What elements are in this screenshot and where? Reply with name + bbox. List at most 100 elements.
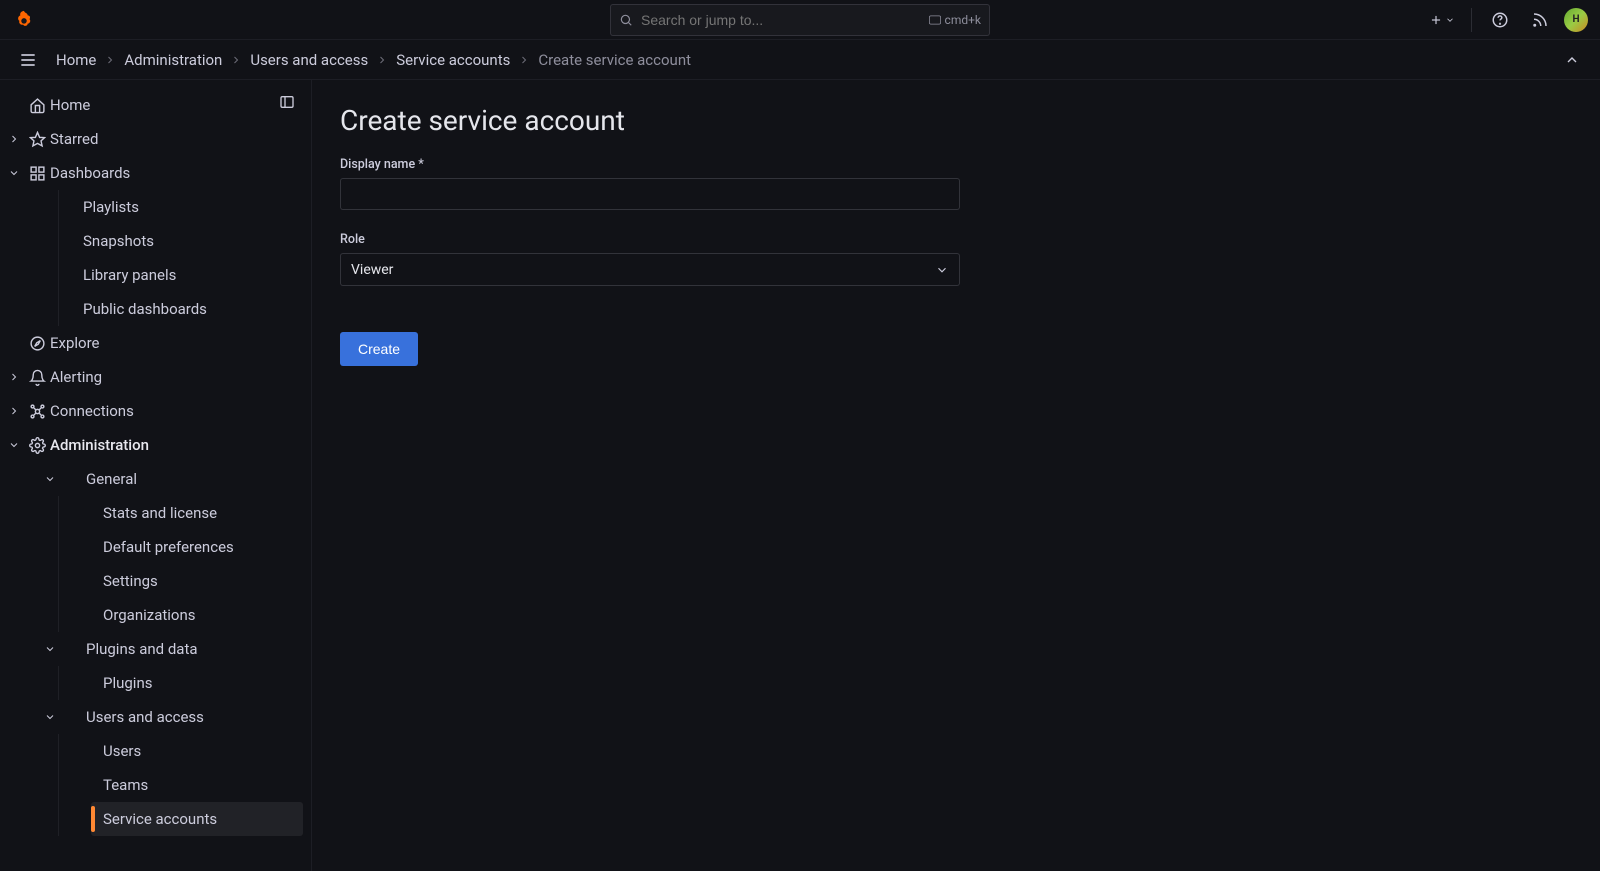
sidebar-item-label: Users [103, 742, 141, 760]
display-name-input[interactable] [340, 178, 960, 210]
sidebar-item-connections[interactable]: Connections [4, 394, 303, 428]
sidebar-item-starred[interactable]: Starred [4, 122, 303, 156]
sidebar-item-label: Organizations [103, 606, 196, 624]
user-avatar[interactable]: H [1564, 8, 1588, 32]
chevron-right-icon [8, 371, 20, 383]
sidebar-item-library-panels[interactable]: Library panels [59, 258, 303, 292]
chevron-down-icon [44, 643, 56, 655]
bell-icon [24, 369, 50, 386]
sidebar-item-stats-and-license[interactable]: Stats and license [91, 496, 303, 530]
sidebar-item-label: Plugins and data [86, 640, 198, 658]
sidebar-item-label: Connections [50, 402, 134, 420]
sidebar-item-label: Users and access [86, 708, 204, 726]
expander-button[interactable] [4, 133, 24, 145]
menu-icon [18, 50, 38, 70]
breadcrumb-home[interactable]: Home [56, 51, 96, 69]
sidebar-group-users-access: Users Teams Service accounts [58, 734, 303, 836]
breadcrumb-administration[interactable]: Administration [124, 51, 222, 69]
content: Create service account Display name * Ro… [312, 80, 1600, 871]
sidebar-item-label: Plugins [103, 674, 152, 692]
sidebar-item-public-dashboards[interactable]: Public dashboards [59, 292, 303, 326]
main: Home Starred Dashboards Playlists Snapsh… [0, 80, 1600, 871]
chevron-down-icon [1445, 15, 1455, 25]
chevron-down-icon [8, 167, 20, 179]
search-box[interactable]: cmd+k [610, 4, 990, 36]
sidebar-item-dashboards[interactable]: Dashboards [4, 156, 303, 190]
sidebar-item-home[interactable]: Home [4, 88, 303, 122]
sidebar-item-label: Default preferences [103, 538, 234, 556]
sidebar-item-label: Settings [103, 572, 158, 590]
expander-button[interactable] [40, 643, 60, 655]
help-button[interactable] [1484, 4, 1516, 36]
sidebar-item-users-and-access[interactable]: Users and access [40, 700, 303, 734]
sidebar-item-label: Library panels [83, 266, 176, 284]
compass-icon [24, 335, 50, 352]
sidebar-item-label: Home [50, 96, 90, 114]
sidebar-item-label: Snapshots [83, 232, 154, 250]
sidebar-item-users[interactable]: Users [91, 734, 303, 768]
chevron-down-icon [44, 711, 56, 723]
expander-button[interactable] [4, 439, 24, 451]
breadcrumb-service-accounts[interactable]: Service accounts [396, 51, 510, 69]
display-name-label: Display name * [340, 157, 1572, 172]
sidebar-group-plugins: Plugins [58, 666, 303, 700]
breadcrumb-bar: Home Administration Users and access Ser… [0, 40, 1600, 80]
chevron-right-icon [8, 405, 20, 417]
expander-button[interactable] [40, 711, 60, 723]
sidebar-item-label: Service accounts [103, 810, 217, 828]
sidebar-item-explore[interactable]: Explore [4, 326, 303, 360]
form-group-display-name: Display name * [340, 157, 1572, 210]
add-menu-button[interactable] [1425, 13, 1459, 27]
top-bar-right: H [1425, 4, 1588, 36]
search-icon [619, 13, 633, 27]
search-input[interactable] [641, 12, 921, 28]
sidebar-group-dashboards: Playlists Snapshots Library panels Publi… [58, 190, 303, 326]
divider [1471, 8, 1472, 32]
sidebar-item-label: Stats and license [103, 504, 217, 522]
kiosk-button[interactable] [1556, 44, 1588, 76]
sidebar-item-snapshots[interactable]: Snapshots [59, 224, 303, 258]
expander-button[interactable] [4, 405, 24, 417]
sidebar-item-service-accounts[interactable]: Service accounts [91, 802, 303, 836]
role-label: Role [340, 232, 1572, 247]
role-select[interactable]: Viewer [340, 253, 960, 286]
sidebar-item-playlists[interactable]: Playlists [59, 190, 303, 224]
chevron-down-icon [935, 263, 949, 277]
search-shortcut: cmd+k [929, 13, 981, 27]
expander-button[interactable] [4, 167, 24, 179]
sidebar-item-label: Playlists [83, 198, 139, 216]
chevron-right-icon [104, 54, 116, 66]
chevron-down-icon [44, 473, 56, 485]
expander-button[interactable] [40, 473, 60, 485]
chevron-right-icon [376, 54, 388, 66]
help-icon [1491, 11, 1509, 29]
breadcrumbs: Home Administration Users and access Ser… [56, 51, 691, 69]
sidebar-item-default-preferences[interactable]: Default preferences [91, 530, 303, 564]
sidebar-item-label: Starred [50, 130, 98, 148]
sidebar-item-label: Teams [103, 776, 148, 794]
sidebar-item-teams[interactable]: Teams [91, 768, 303, 802]
plus-icon [1429, 13, 1443, 27]
sidebar-item-plugins-and-data[interactable]: Plugins and data [40, 632, 303, 666]
nav-toggle-button[interactable] [12, 44, 44, 76]
news-button[interactable] [1524, 4, 1556, 36]
sidebar-item-plugins[interactable]: Plugins [91, 666, 303, 700]
sidebar-item-settings[interactable]: Settings [91, 564, 303, 598]
breadcrumb-users-and-access[interactable]: Users and access [250, 51, 368, 69]
form-group-role: Role Viewer [340, 232, 1572, 286]
dashboards-icon [24, 165, 50, 182]
chevron-right-icon [230, 54, 242, 66]
sidebar-item-label: General [86, 470, 137, 488]
sidebar-item-general[interactable]: General [40, 462, 303, 496]
sidebar-item-label: Alerting [50, 368, 102, 386]
expander-button[interactable] [4, 371, 24, 383]
gear-icon [24, 437, 50, 454]
sidebar-item-administration[interactable]: Administration [4, 428, 303, 462]
home-icon [24, 97, 50, 114]
sidebar-item-organizations[interactable]: Organizations [91, 598, 303, 632]
create-button[interactable]: Create [340, 332, 418, 366]
sidebar: Home Starred Dashboards Playlists Snapsh… [0, 80, 312, 871]
role-select-value: Viewer [351, 262, 393, 278]
grafana-logo-icon[interactable] [12, 8, 36, 32]
sidebar-item-alerting[interactable]: Alerting [4, 360, 303, 394]
